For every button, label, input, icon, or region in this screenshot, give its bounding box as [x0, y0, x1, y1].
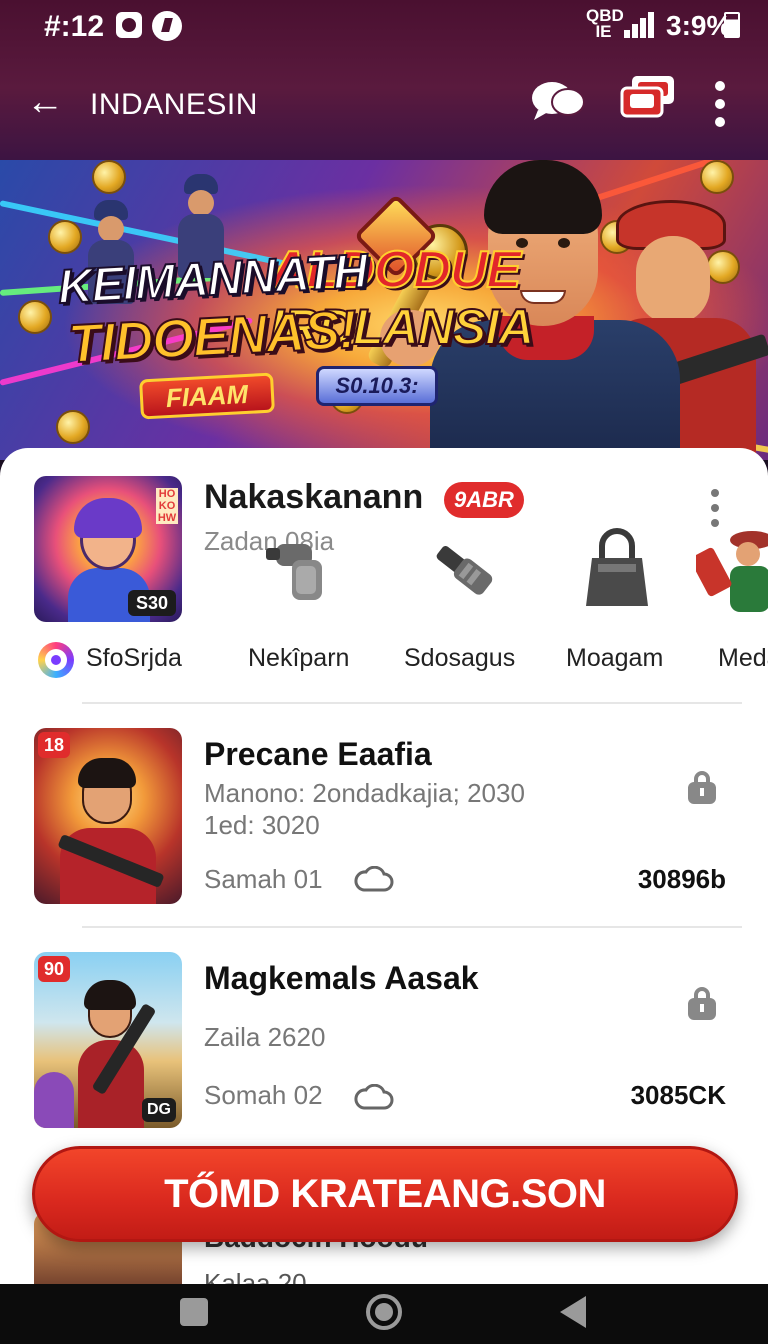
list-item-line1: Manono: 2ondadkajia; 2030: [204, 778, 525, 808]
rank-badge: 18: [38, 732, 71, 758]
page-title: INDANESIN: [90, 88, 258, 121]
list-item-count: 3085CK: [630, 1080, 726, 1110]
system-nav-bar: [0, 1284, 768, 1344]
chip-label[interactable]: Sdosagus: [404, 644, 515, 673]
cta-label: TŐMD KRATEANG.SON: [164, 1172, 606, 1216]
lock-icon[interactable]: [684, 770, 720, 806]
list-item-title[interactable]: Precane Eaafia: [204, 736, 432, 773]
battery-icon: [724, 12, 740, 38]
list-item-count: 30896b: [637, 864, 726, 894]
wrench-tool-icon[interactable]: [430, 534, 500, 604]
gift-box-icon[interactable]: [616, 72, 678, 122]
messenger-icon: [152, 11, 182, 41]
corner-badge: DG: [142, 1098, 176, 1122]
coin-icon: [18, 300, 52, 334]
list-item-meta: Somah 02: [204, 1080, 323, 1110]
coin-icon: [48, 220, 82, 254]
chat-bubbles-icon[interactable]: [530, 78, 586, 122]
back-arrow-icon[interactable]: ←: [26, 83, 64, 121]
list-item-meta: Samah 01: [204, 864, 323, 894]
app-logo-icon[interactable]: [38, 642, 74, 678]
cloud-icon: [354, 1084, 394, 1110]
list-item-title[interactable]: Magkemals Aasak: [204, 960, 479, 997]
battery-percent: 3:9%: [666, 10, 732, 41]
divider: [82, 926, 742, 928]
back-triangle-icon[interactable]: [560, 1296, 586, 1328]
chip-label[interactable]: Meda: [718, 644, 768, 673]
cloud-icon: [354, 866, 394, 892]
chip-label[interactable]: Nekîparn: [248, 644, 349, 673]
list-item-line1: Zaila 2620: [204, 1022, 326, 1052]
character-preview-icon[interactable]: [696, 526, 768, 616]
more-vertical-icon[interactable]: [710, 80, 730, 128]
more-vertical-icon[interactable]: [706, 488, 724, 528]
home-icon[interactable]: [366, 1294, 402, 1330]
status-bar: #:12 QBD IE 3:9%: [0, 0, 768, 52]
list-item-thumbnail[interactable]: 90 DG: [34, 952, 182, 1128]
logo-version-chip: S0.10.3:: [316, 366, 438, 406]
banner-tag[interactable]: FIAAM: [139, 372, 275, 420]
status-time: #:12: [44, 10, 105, 43]
lock-icon[interactable]: [684, 986, 720, 1022]
coin-icon: [56, 410, 90, 444]
primary-cta-button[interactable]: TŐMD KRATEANG.SON: [32, 1146, 738, 1242]
notification-icon: [116, 12, 142, 38]
promo-banner[interactable]: ALDODUE IRDLANSIA S0.10.3: KEIMANNATH TI…: [0, 160, 768, 460]
divider: [82, 702, 742, 704]
featured-tag-badge: 9ABR: [444, 482, 524, 518]
padlock-icon[interactable]: [582, 528, 652, 612]
chip-label[interactable]: Moagam: [566, 644, 663, 673]
list-item-line2: 1ed: 3020: [204, 810, 320, 840]
thumbnail-badge: S30: [127, 590, 176, 616]
featured-thumbnail[interactable]: HO KO HW S30: [34, 476, 182, 622]
rank-badge: 90: [38, 956, 71, 982]
recent-apps-icon[interactable]: [180, 1298, 208, 1326]
app-header: #:12 QBD IE 3:9% ← INDANESIN: [0, 0, 768, 160]
spray-gun-icon[interactable]: [262, 534, 332, 604]
thumbnail-side-text: HO KO HW: [156, 488, 178, 524]
featured-title[interactable]: Nakaskanann: [204, 478, 423, 517]
network-label: QBD IE: [586, 6, 624, 41]
list-item-thumbnail[interactable]: 18: [34, 728, 182, 904]
signal-icon: [624, 12, 654, 38]
chip-label[interactable]: SfoSrjda: [86, 644, 182, 673]
